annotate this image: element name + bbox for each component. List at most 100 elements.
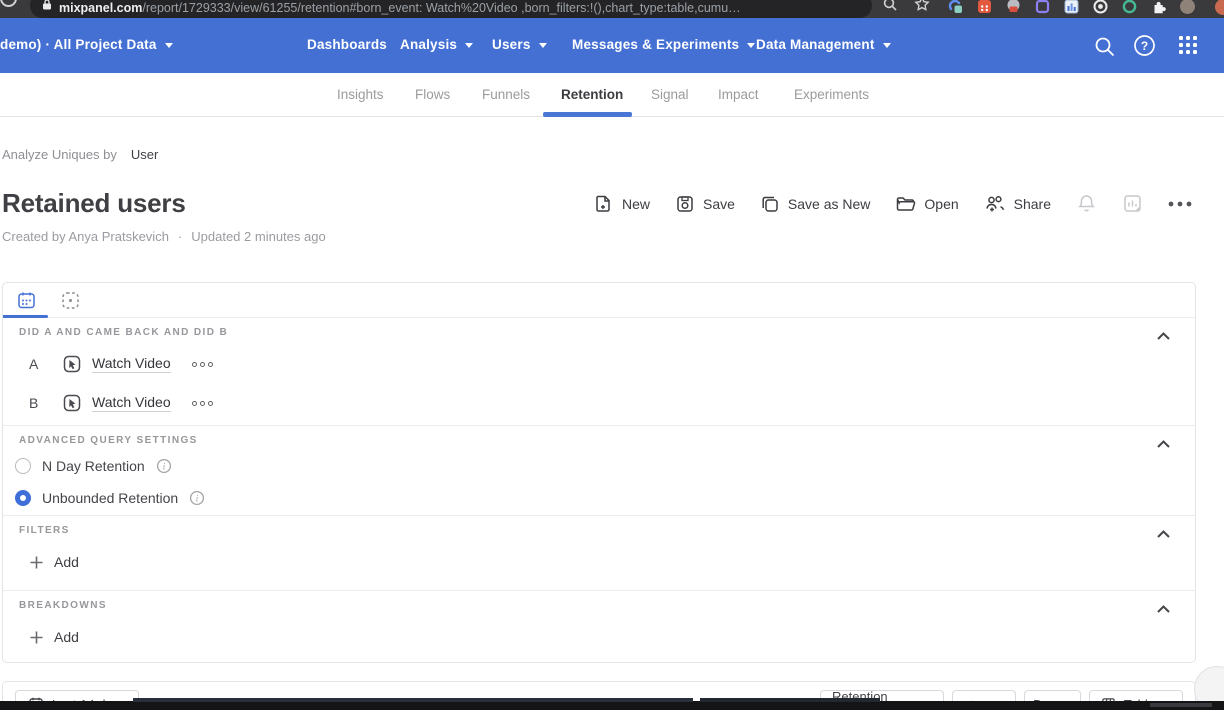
analyze-uniques-label: Analyze Uniques by xyxy=(2,147,117,162)
tab-insights[interactable]: Insights xyxy=(337,87,384,102)
collapse-chevron-icon[interactable] xyxy=(1156,436,1171,454)
step-options-button[interactable] xyxy=(192,401,213,406)
breakdowns-section: BREAKDOWNS Add xyxy=(3,591,1195,663)
add-to-dashboard-button[interactable] xyxy=(1122,193,1143,214)
analyze-entity-selector[interactable]: User xyxy=(131,147,158,162)
nav-item-dashboards[interactable]: Dashboards xyxy=(307,37,387,52)
new-button-label: New xyxy=(622,196,650,212)
nav-item-label: Users xyxy=(492,37,531,52)
open-button-label: Open xyxy=(924,196,958,212)
report-meta: Created by Anya Pratskevich · Updated 2 … xyxy=(2,229,326,244)
nav-item-analysis[interactable]: Analysis xyxy=(400,37,473,52)
advanced-settings-section: ADVANCED QUERY SETTINGS N Day Retention … xyxy=(3,426,1195,516)
plus-icon xyxy=(29,555,44,570)
save-button[interactable]: Save xyxy=(675,194,735,214)
step-options-button[interactable] xyxy=(192,362,213,367)
step-label: A xyxy=(29,356,43,372)
nav-item-label: Messages & Experiments xyxy=(572,37,739,52)
radio-unbounded-retention[interactable]: Unbounded Retention i xyxy=(15,486,1195,510)
steps-section: DID A AND CAME BACK AND DID B A Watch Vi… xyxy=(3,318,1195,426)
builder-tab-query[interactable] xyxy=(16,290,37,316)
radio-n-day-retention[interactable]: N Day Retention i xyxy=(15,454,1195,478)
search-icon[interactable] xyxy=(1092,34,1117,64)
tab-signal[interactable]: Signal xyxy=(651,87,689,102)
background-text-artifact xyxy=(133,698,693,702)
collapse-chevron-icon[interactable] xyxy=(1156,328,1171,346)
add-filter-label: Add xyxy=(54,554,79,570)
search-icon[interactable] xyxy=(882,0,898,17)
caret-down-icon xyxy=(465,43,473,48)
background-text-artifact xyxy=(700,698,880,702)
tab-impact[interactable]: Impact xyxy=(718,87,759,102)
extension-icon[interactable] xyxy=(1006,0,1021,14)
background-text-artifact xyxy=(1150,703,1212,707)
retention-grid-icon xyxy=(16,290,37,311)
account-avatar-partial[interactable] xyxy=(1215,0,1224,15)
event-selector[interactable]: Watch Video xyxy=(92,394,171,412)
filters-section-title: FILTERS xyxy=(19,516,1195,536)
reload-icon[interactable] xyxy=(0,0,17,7)
breakdowns-section-title: BREAKDOWNS xyxy=(19,591,1195,611)
app-window: mixpanel.com/report/1729333/view/61255/r… xyxy=(0,0,1224,710)
folder-icon xyxy=(895,194,916,214)
meta-separator: · xyxy=(178,229,182,244)
tab-flows[interactable]: Flows xyxy=(415,87,450,102)
add-breakdown-label: Add xyxy=(54,629,79,645)
url-field[interactable]: mixpanel.com/report/1729333/view/61255/r… xyxy=(30,0,872,18)
new-report-icon xyxy=(594,194,614,214)
open-button[interactable]: Open xyxy=(895,194,958,214)
browser-profile-avatar[interactable] xyxy=(1180,0,1195,14)
info-icon[interactable]: i xyxy=(189,490,205,506)
tab-experiments[interactable]: Experiments xyxy=(794,87,869,102)
tab-funnels[interactable]: Funnels xyxy=(482,87,530,102)
alerts-bell-button[interactable] xyxy=(1076,193,1097,214)
url-domain: mixpanel.com xyxy=(59,1,142,15)
caret-down-icon xyxy=(747,43,755,48)
collapse-chevron-icon[interactable] xyxy=(1156,526,1171,544)
add-breakdown-button[interactable]: Add xyxy=(29,626,1195,648)
nav-item-users[interactable]: Users xyxy=(492,37,547,52)
extension-icon[interactable] xyxy=(1035,0,1050,14)
nav-item-data-management[interactable]: Data Management xyxy=(756,37,891,52)
filters-section: FILTERS Add xyxy=(3,516,1195,591)
report-tabs: Insights Flows Funnels Retention Signal … xyxy=(0,73,1224,117)
info-icon[interactable]: i xyxy=(156,458,172,474)
save-as-new-button[interactable]: Save as New xyxy=(760,194,870,214)
step-row-a: A Watch Video xyxy=(29,351,1195,377)
tab-retention[interactable]: Retention xyxy=(561,87,623,102)
apps-grid-icon[interactable] xyxy=(1177,34,1199,61)
more-options-button[interactable] xyxy=(1168,201,1192,207)
save-button-label: Save xyxy=(703,196,735,212)
svg-text:i: i xyxy=(196,493,199,503)
extension-icon[interactable] xyxy=(948,0,963,14)
radio-circle-selected[interactable] xyxy=(15,490,31,506)
bell-icon xyxy=(1076,193,1097,214)
extension-icon[interactable] xyxy=(1093,0,1108,14)
project-selector[interactable]: demo) · All Project Data xyxy=(0,37,173,52)
project-selector-label: demo) · All Project Data xyxy=(0,37,157,52)
extension-icon[interactable] xyxy=(1064,0,1079,14)
step-label: B xyxy=(29,395,43,411)
bookmark-star-icon[interactable] xyxy=(914,0,930,17)
extension-icon[interactable] xyxy=(1122,0,1137,14)
share-button[interactable]: Share xyxy=(984,194,1051,214)
extensions-puzzle-icon[interactable] xyxy=(1151,0,1166,14)
page-title: Retained users xyxy=(2,188,186,219)
copy-icon xyxy=(760,194,780,214)
radio-label: Unbounded Retention xyxy=(42,490,178,506)
help-icon[interactable]: ? xyxy=(1133,34,1156,62)
save-icon xyxy=(675,194,695,214)
plus-icon xyxy=(29,630,44,645)
add-filter-button[interactable]: Add xyxy=(29,551,1195,573)
nav-item-messages-experiments[interactable]: Messages & Experiments xyxy=(572,37,755,52)
active-tab-underline xyxy=(543,112,632,117)
event-icon xyxy=(62,393,82,413)
new-button[interactable]: New xyxy=(594,194,650,214)
radio-circle[interactable] xyxy=(15,458,31,474)
nav-item-label: Data Management xyxy=(756,37,875,52)
collapse-chevron-icon[interactable] xyxy=(1156,601,1171,619)
builder-tab-focus[interactable] xyxy=(60,290,81,316)
event-selector[interactable]: Watch Video xyxy=(92,355,171,373)
chart-add-icon xyxy=(1122,193,1143,214)
extension-icon[interactable] xyxy=(977,0,992,14)
